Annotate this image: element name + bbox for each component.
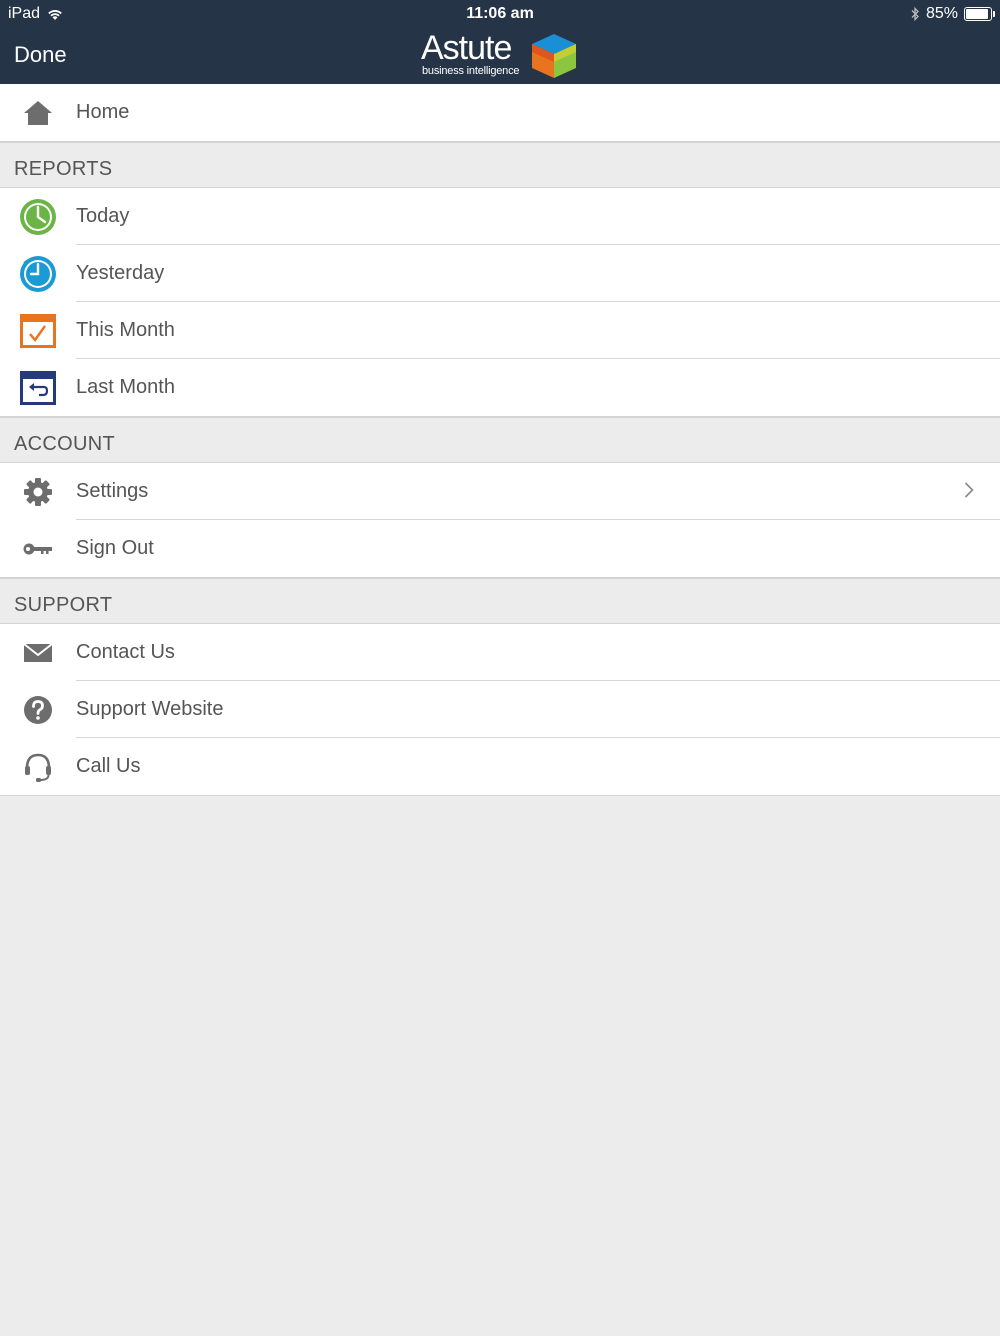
menu-item-home[interactable]: Home	[0, 84, 1000, 141]
bluetooth-icon	[911, 6, 919, 22]
cube-logo-icon	[532, 34, 576, 78]
menu-item-label: Sign Out	[76, 537, 154, 559]
headset-icon	[18, 748, 58, 786]
section-header-reports: REPORTS	[0, 142, 1000, 188]
section-title: SUPPORT	[14, 594, 113, 616]
home-icon	[18, 94, 58, 132]
battery-icon	[964, 7, 995, 21]
calendar-back-icon	[18, 369, 58, 407]
status-bar: iPad 11:06 am 85%	[0, 0, 1000, 28]
menu-item-settings[interactable]: Settings	[0, 463, 1000, 520]
menu-item-label: Home	[76, 101, 130, 123]
clock-time: 11:06 am	[466, 5, 534, 22]
reports-group: Today Yesterday This Month Last Month	[0, 188, 1000, 417]
menu-item-label: Call Us	[76, 755, 141, 777]
empty-background	[0, 796, 1000, 1336]
calendar-check-icon	[18, 312, 58, 350]
support-group: Contact Us Support Website Call Us	[0, 624, 1000, 796]
menu-item-label: Support Website	[76, 698, 224, 720]
menu-item-label: Settings	[76, 480, 149, 502]
menu-item-label: Today	[76, 205, 130, 227]
menu-item-yesterday[interactable]: Yesterday	[0, 245, 1000, 302]
section-title: REPORTS	[14, 158, 113, 180]
section-title: ACCOUNT	[14, 433, 115, 455]
done-button[interactable]: Done	[14, 42, 67, 68]
section-header-account: ACCOUNT	[0, 417, 1000, 463]
menu-item-today[interactable]: Today	[0, 188, 1000, 245]
menu-item-contact-us[interactable]: Contact Us	[0, 624, 1000, 681]
envelope-icon	[18, 634, 58, 672]
section-header-support: SUPPORT	[0, 578, 1000, 624]
battery-percent: 85%	[925, 5, 958, 22]
menu-item-last-month[interactable]: Last Month	[0, 359, 1000, 416]
key-icon	[18, 530, 58, 568]
question-icon	[18, 691, 58, 729]
menu-item-sign-out[interactable]: Sign Out	[0, 520, 1000, 577]
menu-item-label: Contact Us	[76, 641, 175, 663]
logo-word: Astute	[421, 29, 512, 67]
menu-item-label: This Month	[76, 319, 175, 341]
menu-item-this-month[interactable]: This Month	[0, 302, 1000, 359]
navigation-bar: iPad 11:06 am 85% Done Astute business i…	[0, 0, 1000, 84]
astute-logo: Astute business intelligence	[421, 30, 581, 80]
home-group: Home	[0, 84, 1000, 142]
menu-item-label: Yesterday	[76, 262, 165, 284]
clock-green-icon	[18, 198, 58, 236]
menu-item-support-website[interactable]: Support Website	[0, 681, 1000, 738]
chevron-right-icon	[964, 482, 974, 498]
logo-tagline: business intelligence	[422, 65, 520, 77]
account-group: Settings Sign Out	[0, 463, 1000, 578]
menu-item-call-us[interactable]: Call Us	[0, 738, 1000, 795]
gear-icon	[18, 473, 58, 511]
clock-blue-icon	[18, 255, 58, 293]
battery-level	[966, 9, 989, 19]
menu-item-label: Last Month	[76, 376, 175, 398]
